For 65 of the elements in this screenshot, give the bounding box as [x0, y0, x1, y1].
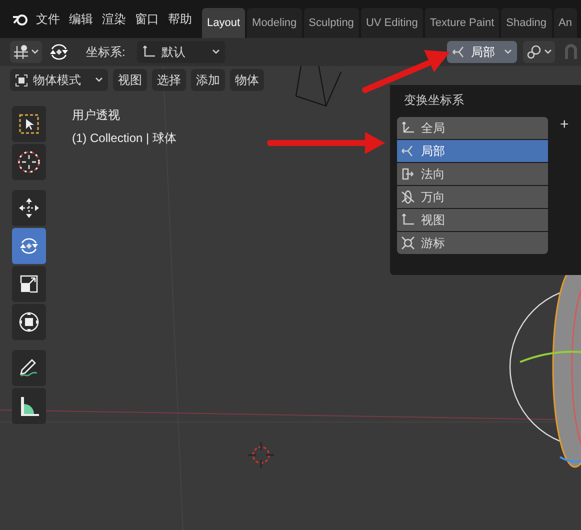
menu-item[interactable]: 文件 — [32, 10, 64, 28]
orientation-option[interactable]: 全局 — [397, 117, 548, 139]
viewport-menu[interactable]: 添加 — [191, 69, 225, 91]
object-mode-icon — [15, 74, 28, 86]
chevron-icon — [95, 77, 103, 83]
scale-icon — [18, 273, 40, 295]
tool-button[interactable] — [12, 144, 46, 180]
add-button[interactable]: + — [560, 117, 569, 133]
normal-icon — [401, 167, 415, 181]
workspace-tab[interactable]: Shading — [501, 8, 552, 38]
gimbal-icon — [401, 190, 415, 204]
move-icon — [18, 197, 40, 219]
tool-button[interactable] — [12, 304, 46, 340]
chevron-icon — [544, 49, 552, 55]
chevron-icon — [212, 49, 220, 55]
grid-snap-icon — [13, 44, 29, 60]
axes-icon — [401, 121, 415, 135]
workspace-tab[interactable]: UV Editing — [360, 8, 423, 38]
menu-item[interactable]: 帮助 — [164, 10, 196, 28]
ruler-protractor-icon — [18, 395, 40, 417]
viewport-menu[interactable]: 选择 — [152, 69, 186, 91]
workspace-tab[interactable]: Texture Paint — [424, 8, 500, 38]
select-box-icon — [18, 113, 40, 135]
popup-title: 变换坐标系 — [403, 92, 465, 109]
orientation-option[interactable]: 法向 — [397, 163, 548, 185]
pencil-icon — [18, 357, 40, 379]
transform-icon — [18, 311, 40, 333]
menu-item[interactable]: 窗口 — [131, 10, 163, 28]
workspace-tab[interactable]: Sculpting — [304, 8, 359, 38]
tool-button[interactable] — [12, 190, 46, 226]
snap-button[interactable] — [10, 41, 42, 63]
cube-wireframe — [295, 66, 342, 107]
collection-info: (1) Collection | 球体 — [72, 130, 176, 147]
menu-item[interactable]: 编辑 — [65, 10, 97, 28]
orientation-option[interactable]: 局部 — [397, 140, 548, 162]
blender-logo — [12, 12, 28, 26]
pivot-dropdown[interactable]: 局部 — [447, 41, 517, 63]
tool-button[interactable] — [12, 106, 46, 142]
chevron-icon — [504, 49, 512, 55]
viewport-menu[interactable]: 视图 — [113, 69, 147, 91]
mode-dropdown[interactable]: 物体模式 — [10, 69, 108, 91]
local-axes-icon — [452, 45, 466, 59]
orientation-dropdown[interactable]: 默认 — [137, 41, 226, 63]
3d-cursor-icon — [247, 441, 275, 469]
workspace-tab[interactable]: An — [554, 8, 577, 38]
orientation-label: 坐标系: — [86, 44, 126, 61]
view-axes-icon — [142, 45, 156, 59]
viewport-menu[interactable]: 物体 — [230, 69, 264, 91]
tool-button[interactable] — [12, 350, 46, 386]
tool-button[interactable] — [12, 266, 46, 302]
orientation-option[interactable]: 游标 — [397, 232, 548, 254]
workspace-tab[interactable]: Layout — [202, 8, 246, 38]
orientation-option[interactable]: 视图 — [397, 209, 548, 231]
cursor-icon — [17, 150, 41, 174]
workspace-tab[interactable]: Modeling — [247, 8, 302, 38]
orientation-option[interactable]: 万向 — [397, 186, 548, 208]
view-name: 用户透视 — [72, 107, 120, 124]
local-axes-icon — [401, 144, 415, 158]
tool-button[interactable] — [12, 388, 46, 424]
menu-item[interactable]: 渲染 — [98, 10, 130, 28]
link-icon — [526, 44, 542, 60]
view-axes-icon — [401, 213, 415, 227]
chevron-icon — [31, 49, 39, 55]
link-button[interactable] — [523, 41, 555, 63]
cursor-icon — [401, 236, 415, 250]
